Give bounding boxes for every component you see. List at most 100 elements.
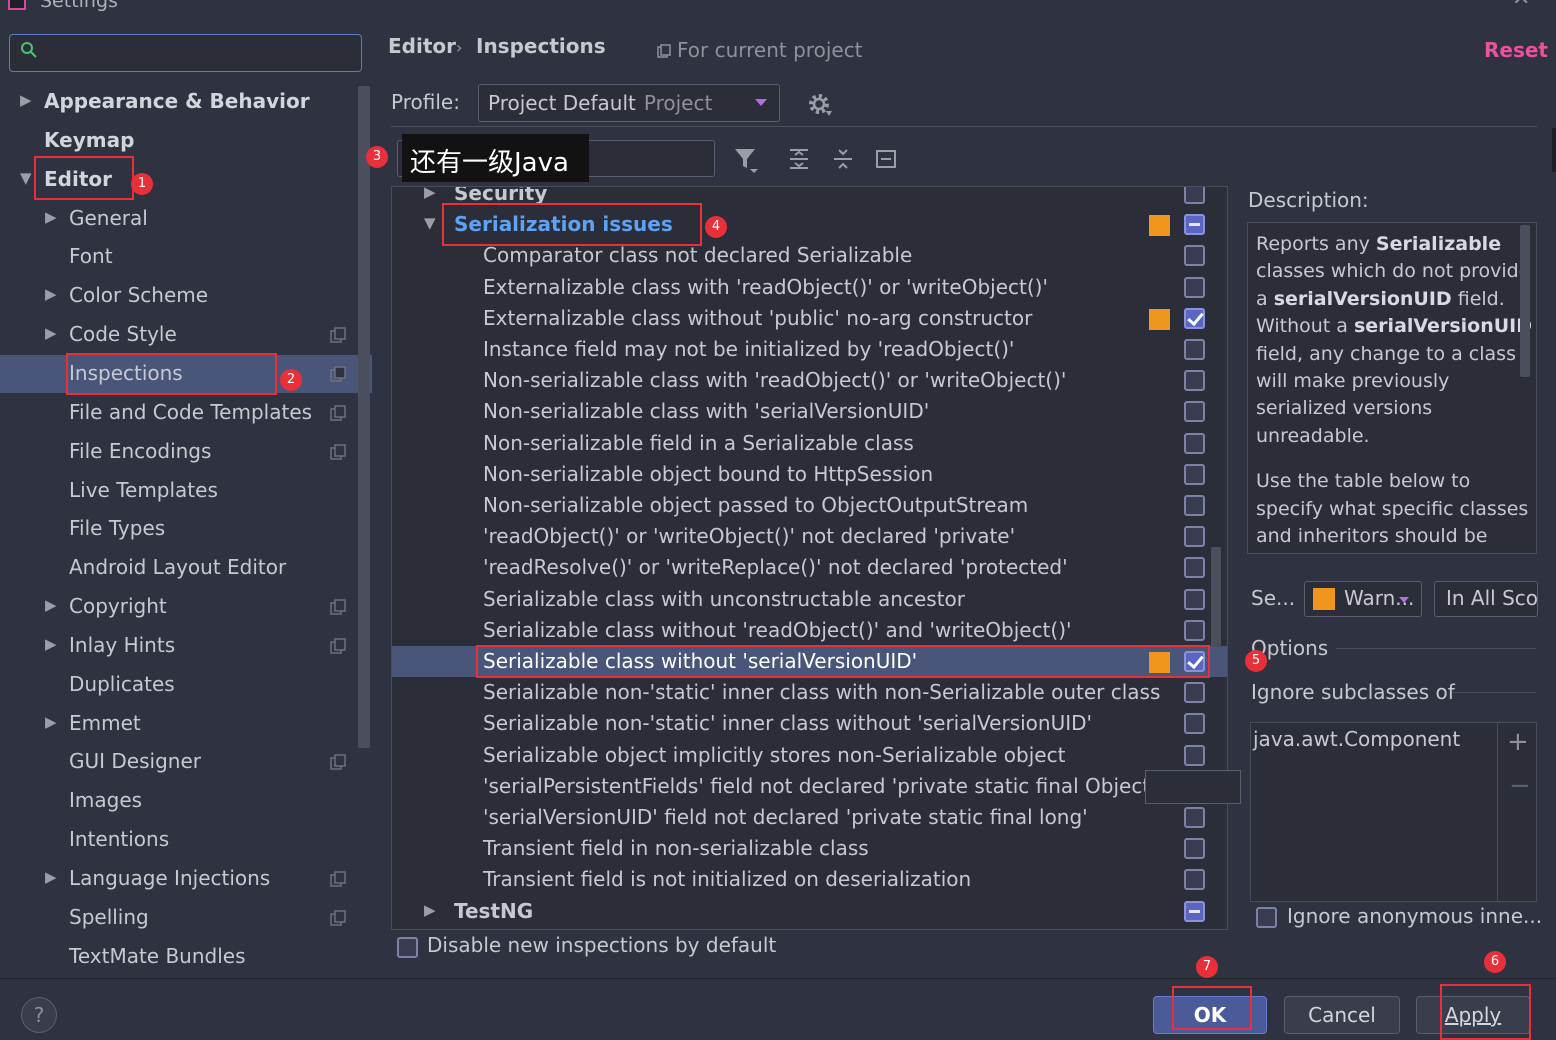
project-scope-icon (330, 327, 346, 343)
sidebar-item[interactable]: File Encodings (0, 433, 372, 471)
cancel-button[interactable]: Cancel (1284, 996, 1400, 1034)
chevron-right-icon[interactable]: ▶ (20, 91, 36, 111)
inspection-enable-checkbox[interactable] (1184, 900, 1205, 922)
inspection-row[interactable]: 'serialVersionUID' field not declared 'p… (392, 802, 1227, 833)
sidebar-item[interactable]: ▶ Language Injections (0, 860, 372, 898)
inspection-row[interactable]: Serializable non-'static' inner class wi… (392, 708, 1227, 739)
inspection-enable-checkbox[interactable] (1184, 370, 1205, 392)
inspection-enable-checkbox[interactable] (1184, 744, 1205, 766)
sidebar-item[interactable]: GUI Designer (0, 743, 372, 781)
help-button[interactable]: ? (21, 997, 57, 1033)
inspection-enable-checkbox[interactable] (1184, 713, 1205, 735)
chevron-right-icon[interactable]: ▶ (45, 596, 61, 616)
breadcrumb-editor[interactable]: Editor (388, 34, 456, 64)
sidebar-item[interactable]: File Types (0, 510, 372, 548)
chevron-right-icon[interactable]: ▶ (45, 635, 61, 655)
severity-select[interactable]: Warn... (1304, 581, 1422, 617)
inspection-enable-checkbox[interactable] (1184, 307, 1205, 329)
inspection-enable-checkbox[interactable] (1184, 838, 1205, 860)
sidebar-item[interactable]: Keymap (0, 122, 372, 160)
description-scrollbar[interactable] (1520, 225, 1530, 377)
sidebar-item[interactable]: Android Layout Editor (0, 549, 372, 587)
collapse-all-icon[interactable] (831, 147, 855, 171)
inspection-enable-checkbox[interactable] (1184, 214, 1205, 236)
tree-scrollbar[interactable] (1211, 547, 1221, 647)
inspection-enable-checkbox[interactable] (1184, 432, 1205, 454)
sidebar-item[interactable]: ▶ Emmet (0, 705, 372, 743)
remove-icon[interactable]: − (1509, 771, 1531, 801)
inspection-row[interactable]: Externalizable class with 'readObject()'… (392, 272, 1227, 303)
sidebar-item[interactable]: Images (0, 782, 372, 820)
sidebar-item[interactable]: Duplicates (0, 666, 372, 704)
row-overflow-tooltip (1145, 770, 1241, 804)
inspection-enable-checkbox[interactable] (1184, 588, 1205, 610)
sidebar-item[interactable]: ▶ Code Style (0, 316, 372, 354)
settings-search-input[interactable] (9, 34, 362, 72)
inspection-row[interactable]: Non-serializable field in a Serializable… (392, 428, 1227, 459)
list-item[interactable]: java.awt.Component (1253, 727, 1460, 751)
inspection-row[interactable]: 'serialPersistentFields' field not decla… (392, 771, 1227, 802)
sidebar-item[interactable]: ▶ Copyright (0, 588, 372, 626)
inspection-row[interactable]: Serializable object implicitly stores no… (392, 740, 1227, 771)
chevron-right-icon[interactable]: ▶ (424, 901, 436, 919)
inspection-enable-checkbox[interactable] (1184, 557, 1205, 579)
inspection-enable-checkbox[interactable] (1184, 401, 1205, 423)
inspection-enable-checkbox[interactable] (1184, 807, 1205, 828)
inspection-row[interactable]: Transient field is not initialized on de… (392, 864, 1227, 895)
chevron-right-icon[interactable]: ▶ (45, 713, 61, 733)
reset-to-default-icon[interactable] (874, 147, 898, 171)
inspection-row[interactable]: 'readObject()' or 'writeObject()' not de… (392, 521, 1227, 552)
chevron-right-icon[interactable]: ▶ (45, 208, 61, 228)
inspection-row[interactable]: Transient field in non-serializable clas… (392, 833, 1227, 864)
inspection-enable-checkbox[interactable] (1184, 339, 1205, 360)
inspection-row[interactable]: Serializable non-'static' inner class wi… (392, 677, 1227, 708)
inspection-enable-checkbox[interactable] (1184, 869, 1205, 891)
inspection-enable-checkbox[interactable] (1184, 526, 1205, 548)
expand-all-icon[interactable] (787, 147, 811, 171)
sidebar-scrollbar[interactable] (358, 86, 370, 748)
disable-new-inspections-checkbox[interactable] (397, 937, 418, 958)
inspection-row[interactable]: Non-serializable class with 'readObject(… (392, 365, 1227, 396)
ignore-anonymous-checkbox[interactable] (1256, 907, 1277, 928)
reset-link[interactable]: Reset (1484, 38, 1548, 62)
scope-select[interactable]: In All Sco... (1434, 581, 1538, 617)
chevron-right-icon[interactable]: ▶ (424, 187, 436, 201)
ignore-subclasses-list[interactable]: java.awt.Component + − (1250, 722, 1537, 902)
filter-icon[interactable] (733, 146, 759, 174)
gear-icon[interactable] (806, 91, 832, 117)
chevron-down-icon[interactable]: ▼ (424, 214, 436, 232)
sidebar-item[interactable]: ▶ General (0, 200, 372, 238)
inspection-enable-checkbox[interactable] (1184, 245, 1205, 267)
inspection-row[interactable]: Serializable class without 'readObject()… (392, 615, 1227, 646)
inspection-group-row[interactable]: ▶ TestNG (392, 896, 1227, 927)
sidebar-item[interactable]: ▶ Appearance & Behavior (0, 83, 372, 121)
sidebar-item[interactable]: Spelling (0, 899, 372, 937)
sidebar-item[interactable]: ▶ Inlay Hints (0, 627, 372, 665)
close-icon[interactable]: ✕ (1512, 0, 1530, 11)
inspection-row[interactable]: Serializable class with unconstructable … (392, 584, 1227, 615)
inspections-tree[interactable]: ▶ Security ▼ Serialization issues Comparator… (391, 186, 1228, 930)
sidebar-item[interactable]: ▶ Color Scheme (0, 277, 372, 315)
sidebar-item[interactable]: TextMate Bundles (0, 938, 372, 976)
inspection-row[interactable]: Externalizable class without 'public' no… (392, 303, 1227, 334)
inspection-enable-checkbox[interactable] (1184, 187, 1205, 204)
profile-select[interactable]: Project Default Project (478, 84, 780, 122)
inspection-enable-checkbox[interactable] (1184, 463, 1205, 485)
inspection-row[interactable]: Non-serializable object bound to HttpSes… (392, 459, 1227, 490)
sidebar-item[interactable]: Intentions (0, 821, 372, 859)
add-icon[interactable]: + (1507, 727, 1529, 757)
inspection-enable-checkbox[interactable] (1184, 682, 1205, 704)
inspection-enable-checkbox[interactable] (1184, 276, 1205, 298)
inspection-enable-checkbox[interactable] (1184, 619, 1205, 641)
sidebar-item[interactable]: Font (0, 238, 372, 276)
inspection-row[interactable]: 'readResolve()' or 'writeReplace()' not … (392, 552, 1227, 583)
sidebar-item[interactable]: File and Code Templates (0, 394, 372, 432)
inspection-row[interactable]: Instance field may not be initialized by… (392, 334, 1227, 365)
chevron-right-icon[interactable]: ▶ (45, 324, 61, 344)
chevron-right-icon[interactable]: ▶ (45, 285, 61, 305)
chevron-right-icon[interactable]: ▶ (45, 868, 61, 888)
inspection-row[interactable]: Non-serializable object passed to Object… (392, 490, 1227, 521)
inspection-enable-checkbox[interactable] (1184, 495, 1205, 516)
sidebar-item[interactable]: Live Templates (0, 472, 372, 510)
inspection-row[interactable]: Non-serializable class with 'serialVersi… (392, 396, 1227, 427)
